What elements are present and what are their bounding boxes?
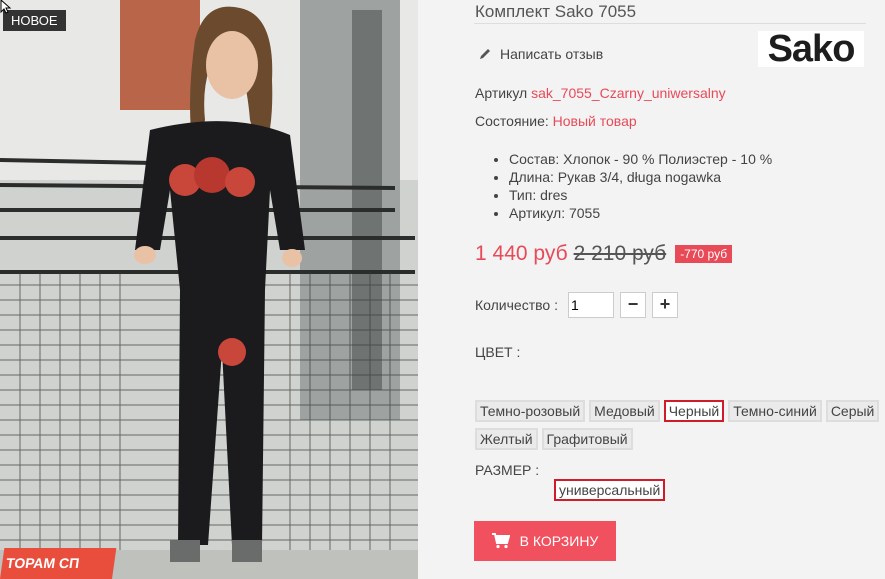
color-option-navy[interactable]: Темно-синий xyxy=(728,400,822,422)
spec-list: Состав: Хлопок - 90 % Полиэстер - 10 % Д… xyxy=(493,150,772,222)
spec-item: Длина: Рукав 3/4, długa nogawka xyxy=(509,168,772,186)
condition-row: Состояние: Новый товар xyxy=(475,113,637,129)
product-photo[interactable]: НОВОЕ ТОРАМ СП xyxy=(0,0,418,579)
price-discount-badge: -770 руб xyxy=(675,245,733,263)
write-review-link[interactable]: Написать отзыв xyxy=(478,46,603,62)
cart-icon xyxy=(491,533,510,549)
write-review-label: Написать отзыв xyxy=(500,46,604,62)
color-options-row-2: Желтый Графитовый xyxy=(475,428,633,450)
add-to-cart-button[interactable]: В КОРЗИНУ xyxy=(474,521,616,561)
condition-label: Состояние: xyxy=(475,113,549,129)
price-old: 2 210 руб xyxy=(573,242,667,265)
add-to-cart-label: В КОРЗИНУ xyxy=(519,533,599,549)
size-option-universal[interactable]: универсальный xyxy=(554,479,666,501)
promo-banner[interactable]: ТОРАМ СП xyxy=(0,548,117,579)
color-option-graphite[interactable]: Графитовый xyxy=(541,428,633,450)
product-title: Комплект Sako 7055 xyxy=(475,2,637,21)
size-label: РАЗМЕР : xyxy=(475,462,540,478)
sku-label: Артикул xyxy=(475,85,528,101)
color-option-gray[interactable]: Серый xyxy=(825,400,880,422)
price-block: 1 440 руб 2 210 руб -770 руб xyxy=(475,242,733,266)
spec-item: Тип: dres xyxy=(509,186,772,204)
quantity-decrease-button[interactable]: − xyxy=(619,292,646,318)
color-label: ЦВЕТ : xyxy=(475,344,521,360)
quantity-row: Количество : − + xyxy=(475,292,678,318)
pencil-icon xyxy=(480,49,490,59)
size-options: универсальный xyxy=(554,479,666,501)
spec-item: Артикул: 7055 xyxy=(509,204,772,222)
color-option-black[interactable]: Черный xyxy=(663,400,725,422)
title-divider xyxy=(474,23,866,24)
mouse-cursor-icon xyxy=(0,0,12,14)
quantity-increase-button[interactable]: + xyxy=(651,292,678,318)
color-option-dark-pink[interactable]: Темно-розовый xyxy=(475,400,586,422)
color-option-honey[interactable]: Медовый xyxy=(589,400,660,422)
new-badge: НОВОЕ xyxy=(3,10,66,31)
price-current: 1 440 руб xyxy=(475,242,568,265)
sku-value: sak_7055_Czarny_uniwersalny xyxy=(531,85,726,101)
brand-logo[interactable]: Sako xyxy=(758,30,864,68)
condition-value: Новый товар xyxy=(552,113,637,129)
color-options-row-1: Темно-розовый Медовый Черный Темно-синий… xyxy=(475,400,880,422)
spec-item: Состав: Хлопок - 90 % Полиэстер - 10 % xyxy=(509,150,772,168)
product-info-panel: Комплект Sako 7055 Написать отзыв Sako А… xyxy=(418,0,885,579)
quantity-label: Количество : xyxy=(475,297,558,313)
quantity-input[interactable] xyxy=(567,292,614,318)
sku-row: Артикул sak_7055_Czarny_uniwersalny xyxy=(475,85,726,101)
color-option-yellow[interactable]: Желтый xyxy=(475,428,538,450)
product-photo-image xyxy=(0,0,418,579)
